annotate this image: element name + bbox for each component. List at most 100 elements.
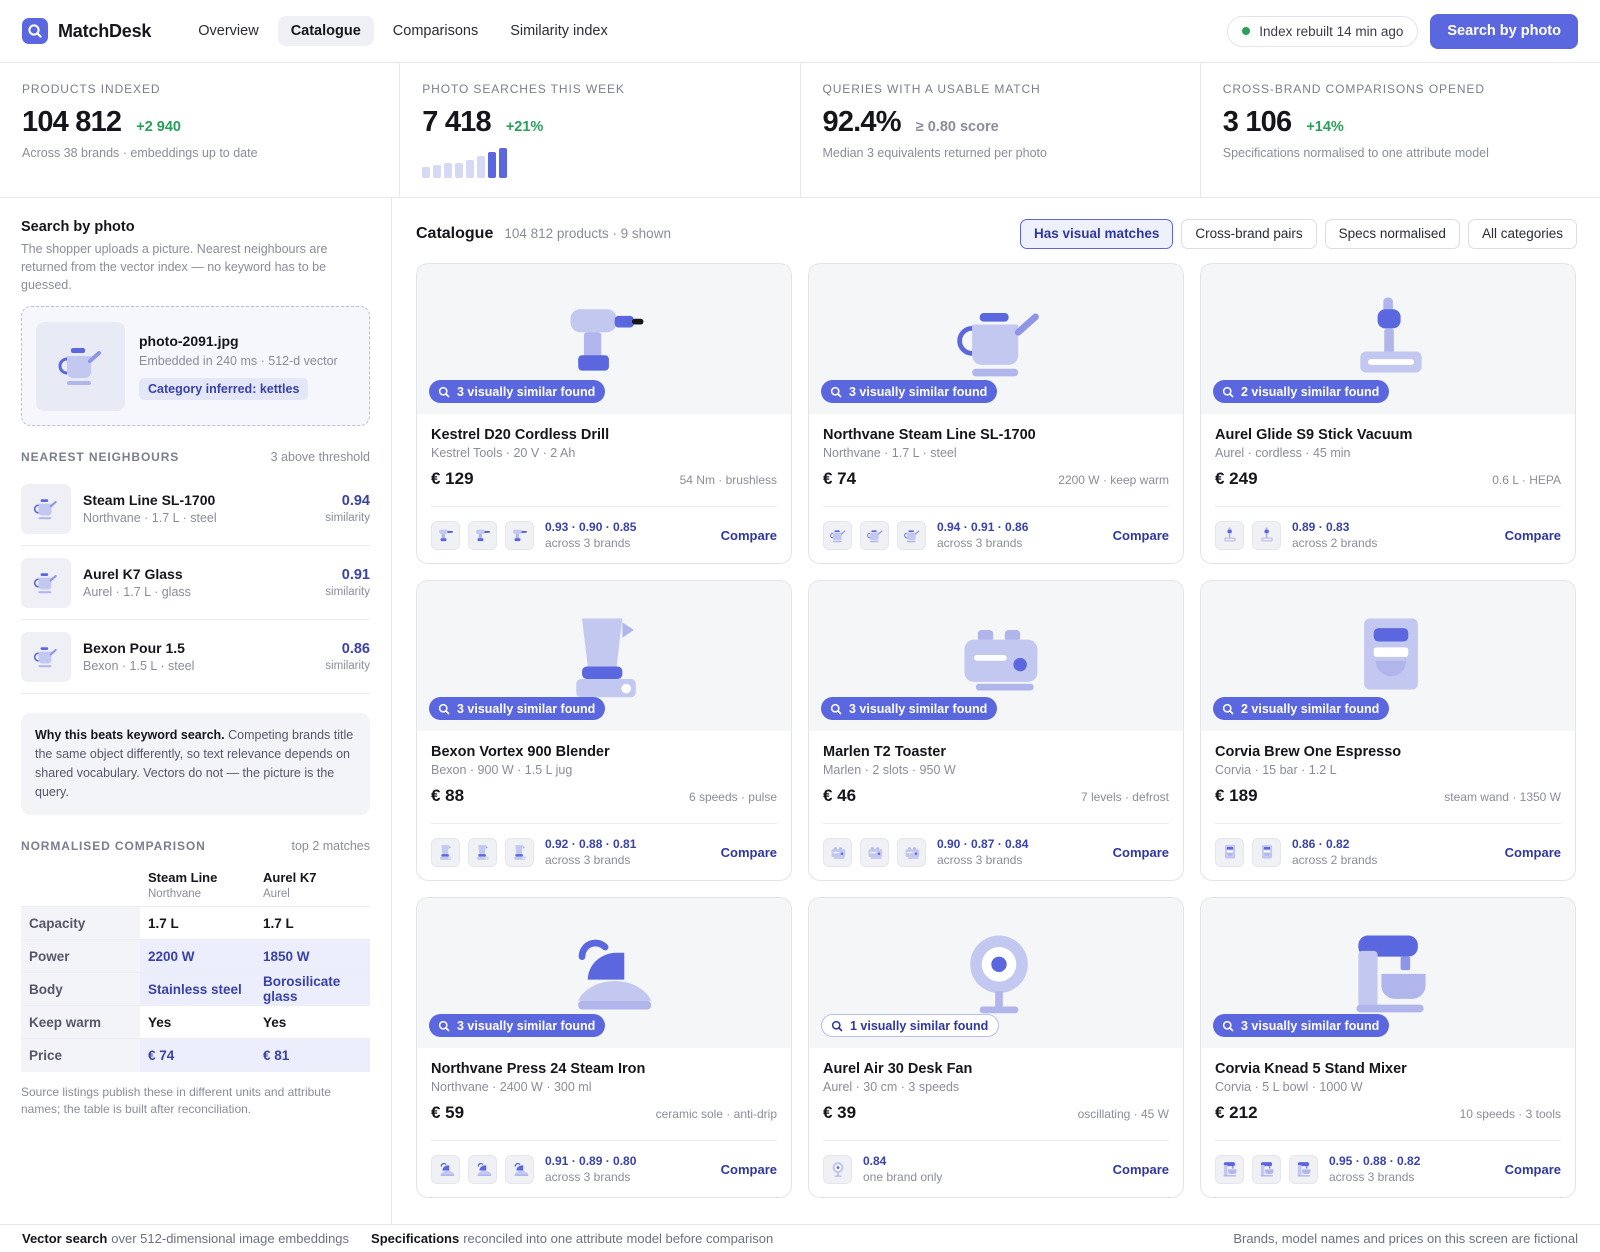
product-card[interactable]: 2 visually similar found Aurel Glide S9 S… [1200,263,1576,564]
similar-product-thumbnail[interactable] [897,520,926,550]
product-price: € 59 [431,1103,465,1122]
compare-link[interactable]: Compare [1505,528,1561,543]
similar-found-badge[interactable]: 3 visually similar found [429,697,606,720]
similar-found-badge[interactable]: 3 visually similar found [429,380,606,403]
similar-found-badge[interactable]: 3 visually similar found [821,380,998,403]
mixer-icon [1356,935,1426,1013]
row-label: Power [21,939,140,973]
product-card[interactable]: 3 visually similar found Marlen T2 Toaste… [808,580,1184,881]
product-card[interactable]: 3 visually similar found Bexon Vortex 900… [416,580,792,881]
photo-upload-dropzone[interactable]: photo-2091.jpg Embedded in 240 ms · 512-… [21,306,370,426]
blender-icon [476,845,488,860]
similar-product-thumbnail[interactable] [431,837,460,867]
list-item[interactable]: Steam Line SL-1700 Northvane · 1.7 L · s… [21,472,370,546]
filter-all-categories[interactable]: All categories [1467,218,1577,249]
compare-link[interactable]: Compare [1113,528,1169,543]
filter-cross-brand-pairs[interactable]: Cross-brand pairs [1181,218,1317,249]
product-card[interactable]: 3 visually similar found Northvane Steam … [808,263,1184,564]
mixer-icon [1223,1162,1236,1177]
upload-meta: Embedded in 240 ms · 512-d vector [139,353,338,368]
search-icon [438,1020,450,1031]
card-footer: 0.89 · 0.83 across 2 brands Compare [1215,506,1561,563]
similar-product-thumbnail[interactable] [468,520,497,550]
list-item[interactable]: Aurel K7 Glass Aurel · 1.7 L · glass 0.9… [21,546,370,620]
nav-similarity-index[interactable]: Similarity index [497,16,621,46]
compare-link[interactable]: Compare [1505,1162,1561,1177]
similar-product-thumbnail[interactable] [1215,1154,1244,1184]
brand-coverage: across 3 brands [1329,1170,1415,1184]
similar-found-badge[interactable]: 3 visually similar found [1213,1014,1390,1037]
compare-link[interactable]: Compare [721,528,777,543]
similar-product-thumbnail[interactable] [505,520,534,550]
similar-found-badge[interactable]: 2 visually similar found [1213,380,1390,403]
similar-product-thumbnail[interactable] [860,520,889,550]
similarity-scores: 0.95 · 0.88 · 0.82 [1329,1154,1421,1168]
search-icon [28,24,42,38]
similar-product-thumbnail[interactable] [860,837,889,867]
compare-link[interactable]: Compare [1505,845,1561,860]
similar-product-thumbnail[interactable] [897,837,926,867]
card-footer: 0.95 · 0.88 · 0.82 across 3 brands Compare [1215,1140,1561,1197]
stat-delta: +21% [505,119,544,135]
similar-product-thumbnail[interactable] [505,837,534,867]
similar-product-thumbnail[interactable] [468,1154,497,1184]
stat-value: 3 106 [1222,106,1292,138]
neighbour-meta: Northvane · 1.7 L · steel [83,511,217,525]
similar-product-thumbnail[interactable] [1289,1154,1318,1184]
compare-link[interactable]: Compare [1113,1162,1169,1177]
search-icon [830,703,842,714]
product-spec: 6 speeds · pulse [688,790,777,804]
filter-specs-normalised[interactable]: Specs normalised [1324,218,1460,249]
similar-found-badge[interactable]: 1 visually similar found [821,1014,1000,1037]
filter-has-visual-matches[interactable]: Has visual matches [1020,218,1174,249]
sparkline-bar [466,160,475,178]
product-card[interactable]: 1 visually similar found Aurel Air 30 Des… [808,897,1184,1198]
product-card[interactable]: 3 visually similar found Northvane Press … [416,897,792,1198]
similar-product-thumbnail[interactable] [505,1154,534,1184]
catalogue-count: 104 812 products · 9 shown [504,226,671,241]
similar-product-thumbnail[interactable] [823,837,852,867]
similar-found-badge[interactable]: 3 visually similar found [821,697,998,720]
similar-product-thumbnail[interactable] [823,1154,852,1184]
similar-product-thumbnail[interactable] [1252,1154,1281,1184]
stat-threshold: ≥ 0.80 score [915,119,999,135]
upload-thumbnail [36,321,125,411]
sparkline-bar [488,152,497,178]
index-status-text: Index rebuilt 14 min ago [1259,23,1404,39]
compare-link[interactable]: Compare [1113,845,1169,860]
product-price: € 88 [431,786,465,805]
search-by-photo-button[interactable]: Search by photo [1430,13,1578,49]
footer-item: Specifications reconciled into one attrib… [371,1231,774,1246]
product-card[interactable]: 2 visually similar found Corvia Brew One … [1200,580,1576,881]
similar-product-thumbnail[interactable] [431,520,460,550]
cell-value: € 74 [140,1038,255,1072]
card-footer: 0.94 · 0.91 · 0.86 across 3 brands Compare [823,506,1169,563]
compare-link[interactable]: Compare [721,845,777,860]
similar-found-badge[interactable]: 2 visually similar found [1213,697,1390,720]
product-card[interactable]: 3 visually similar found Corvia Knead 5 S… [1200,897,1576,1198]
similar-product-thumbnail[interactable] [1252,520,1281,550]
similar-product-thumbnail[interactable] [1252,837,1281,867]
nav-comparisons[interactable]: Comparisons [380,16,491,46]
cell-value: € 81 [255,1038,370,1072]
similarity-caption: similarity [325,586,370,598]
similar-product-thumbnail[interactable] [468,837,497,867]
blender-icon [439,845,451,860]
product-card[interactable]: 3 visually similar found Kestrel D20 Cord… [416,263,792,564]
nav-overview[interactable]: Overview [185,16,271,46]
cell-value: Borosilicate glass [255,972,370,1006]
compare-link[interactable]: Compare [721,1162,777,1177]
similar-product-thumbnail[interactable] [1215,837,1244,867]
app-logo[interactable] [22,18,48,44]
nav-catalogue[interactable]: Catalogue [277,16,374,46]
upload-filename: photo-2091.jpg [139,332,239,349]
footer-item: Vector search over 512-dimensional image … [22,1231,350,1246]
similar-found-badge[interactable]: 3 visually similar found [429,1014,606,1037]
similar-product-thumbnail[interactable] [823,520,852,550]
comparison-table: Steam Line Northvane Aurel K7 Aurel Capaci… [21,863,370,1072]
list-item[interactable]: Bexon Pour 1.5 Bexon · 1.5 L · steel 0.8… [21,620,370,694]
similar-product-thumbnail[interactable] [431,1154,460,1184]
cell-value: 1.7 L [140,906,255,940]
table-row: Price € 74 € 81 [21,1038,370,1072]
similar-product-thumbnail[interactable] [1215,520,1244,550]
